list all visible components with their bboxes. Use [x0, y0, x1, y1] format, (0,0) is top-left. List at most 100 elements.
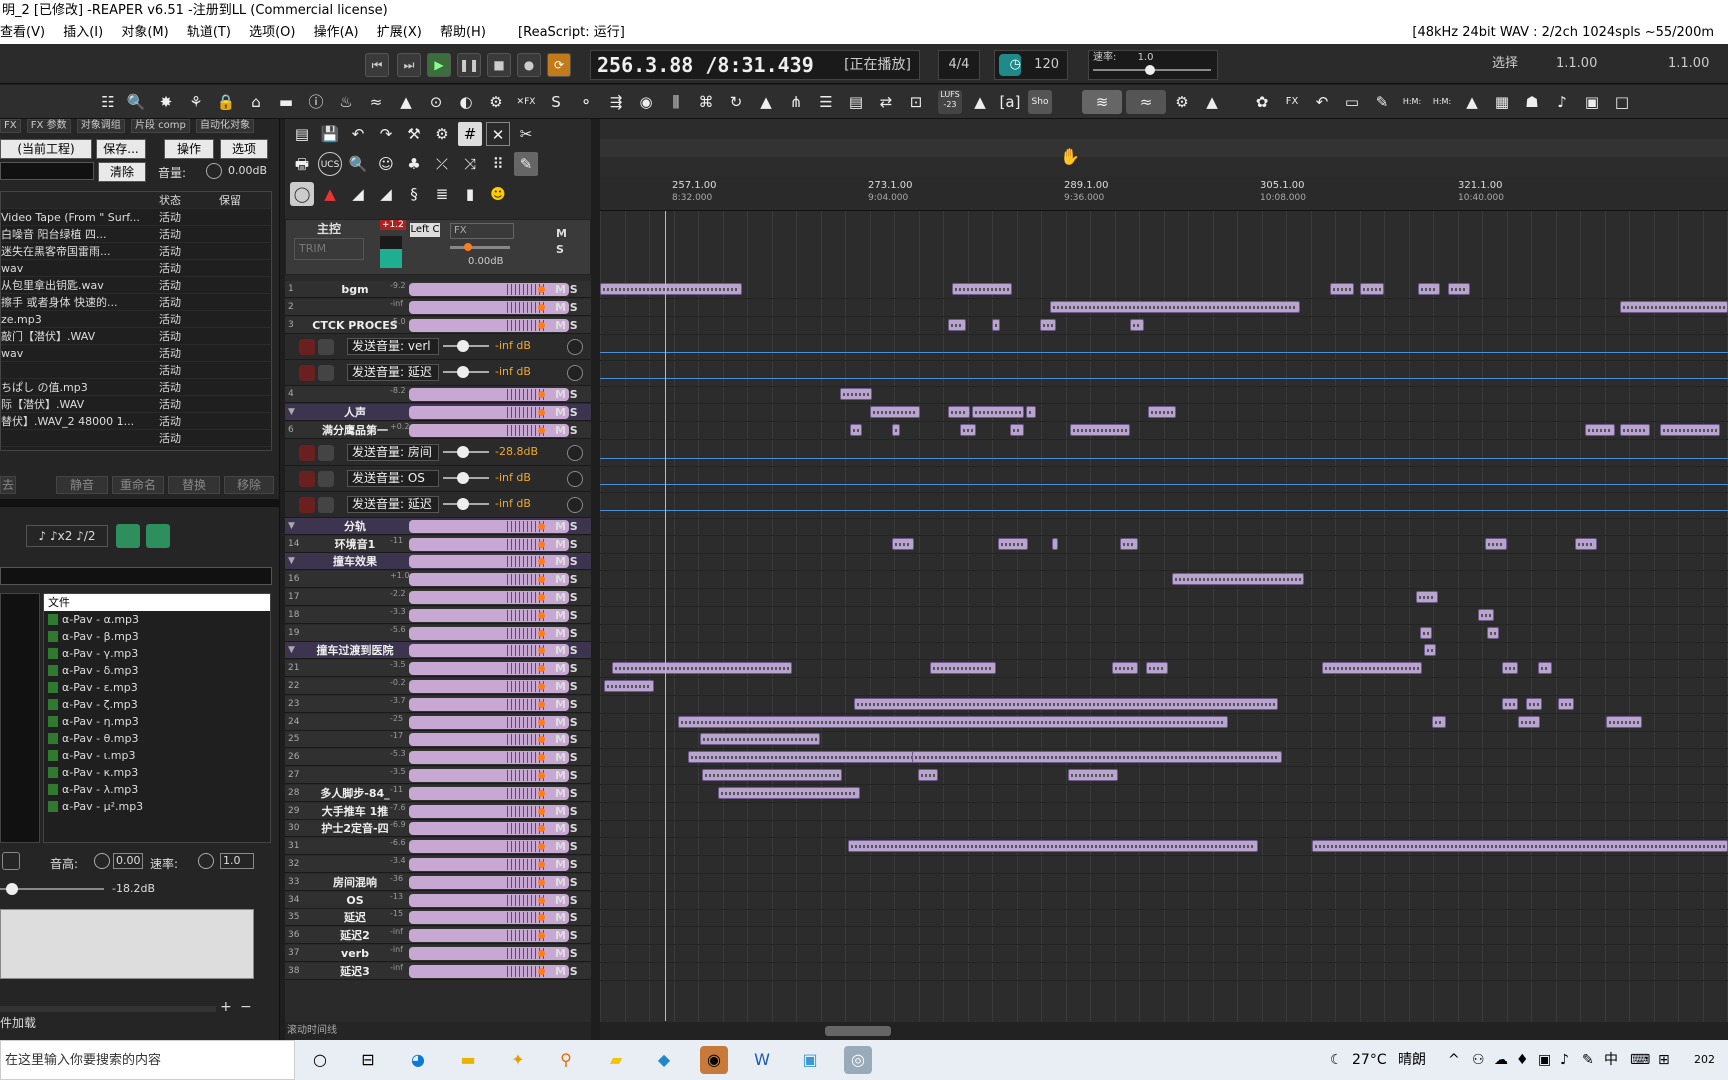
media-item[interactable] — [1606, 715, 1642, 728]
mic-tray-icon[interactable]: ♦ — [1516, 1040, 1529, 1080]
menu-view[interactable]: 查看(V) — [0, 25, 45, 40]
mute-solo-buttons[interactable]: M S — [555, 874, 578, 891]
mute-solo-buttons[interactable]: M S — [555, 571, 578, 588]
send-label[interactable]: 发送音量: verl — [347, 338, 439, 356]
media-item[interactable] — [1502, 662, 1518, 675]
mute-solo-buttons[interactable]: M S — [555, 767, 578, 784]
media-item[interactable] — [604, 680, 654, 692]
gear-icon[interactable]: ⚙ — [430, 122, 454, 146]
lock-icon[interactable]: 🔒 — [214, 90, 238, 114]
track-name[interactable]: 人声 — [307, 404, 403, 421]
file-item[interactable]: α-Pav - β.mp3 — [44, 628, 270, 645]
fx-display-icon[interactable]: FX — [1280, 90, 1304, 114]
track-row[interactable]: 34 OS -13 M S — [285, 891, 591, 909]
send-mute-icon[interactable] — [299, 444, 315, 461]
track-volume-fader[interactable] — [409, 715, 569, 729]
explode-icon[interactable]: ✸ — [154, 90, 178, 114]
power-icon[interactable] — [567, 339, 583, 356]
mute-solo-buttons[interactable]: M S — [555, 714, 578, 731]
media-item[interactable] — [1485, 537, 1507, 550]
list-icon[interactable]: ☰ — [814, 90, 838, 114]
media-item[interactable] — [1052, 537, 1058, 550]
envelope-icon[interactable]: ⋔ — [784, 90, 808, 114]
send-envelope[interactable] — [600, 378, 1728, 380]
track-row[interactable]: 38 延迟3 -inf M S — [285, 962, 591, 980]
track-name[interactable]: 护士2定音-四 — [307, 820, 403, 837]
mute-solo-buttons[interactable]: M S — [555, 660, 578, 677]
track-volume-fader[interactable] — [409, 644, 569, 658]
media-item[interactable] — [1420, 626, 1432, 639]
track-name[interactable]: 大手推车 1推 — [307, 803, 403, 820]
fade-icon[interactable]: ⤨ — [458, 152, 482, 176]
media-item[interactable] — [1620, 300, 1728, 313]
media-item[interactable] — [960, 424, 976, 436]
master-fx-button[interactable]: FX — [450, 223, 514, 239]
track-volume-fader[interactable] — [409, 608, 569, 622]
playrate-slider[interactable] — [1093, 65, 1211, 75]
power-icon[interactable] — [567, 470, 583, 487]
track-name[interactable]: 延迟2 — [307, 927, 403, 944]
pencil-icon[interactable]: ✎ — [514, 152, 538, 176]
printer-tray-icon[interactable]: ▣ — [1538, 1040, 1551, 1080]
search-app-icon[interactable]: ⚲ — [552, 1046, 580, 1074]
track-volume-fader[interactable] — [409, 680, 569, 693]
ramp-icon[interactable]: ◢ — [346, 182, 370, 206]
film-icon[interactable]: ▣ — [1580, 90, 1604, 114]
mute-solo-buttons[interactable]: M S — [555, 281, 578, 298]
track-volume-fader[interactable] — [409, 591, 569, 604]
tempo-display[interactable]: ◷ 120 — [994, 50, 1068, 80]
mute-solo-buttons[interactable]: M S — [555, 317, 578, 334]
power-icon[interactable] — [567, 496, 583, 513]
grid-tray-icon[interactable]: ⊞ — [1658, 1040, 1670, 1080]
media-item[interactable] — [1360, 283, 1384, 295]
master-vol-slider[interactable] — [450, 243, 510, 251]
fx-mute-icon[interactable]: ✕FX — [514, 90, 538, 114]
media-item[interactable] — [912, 751, 1282, 764]
wave-icon[interactable]: ≈ — [364, 90, 388, 114]
col-keep[interactable]: 保留 — [219, 192, 241, 209]
replace-button[interactable]: 替换 — [168, 476, 220, 494]
mute-solo-buttons[interactable]: M S — [555, 386, 578, 403]
media-item[interactable] — [952, 283, 1012, 295]
hm2-icon[interactable]: H:M: — [1430, 90, 1454, 114]
chrome-icon[interactable]: ◎ — [844, 1046, 872, 1074]
add-icon[interactable]: + — [220, 999, 232, 1015]
send-mute-icon[interactable] — [299, 365, 315, 382]
send-settings-icon[interactable] — [318, 444, 334, 461]
send-envelope[interactable] — [600, 457, 1728, 459]
send-row[interactable]: 发送音量: 延迟 -inf dB — [285, 491, 591, 518]
send-row[interactable]: 发送音量: OS -inf dB — [285, 465, 591, 492]
curve-icon[interactable]: ↶ — [1310, 90, 1334, 114]
track-volume-fader[interactable] — [409, 733, 569, 747]
solo-s-icon[interactable]: S — [544, 90, 568, 114]
media-row[interactable]: wav 活动 — [1, 345, 271, 362]
preview-scroll[interactable] — [0, 1006, 216, 1012]
media-item[interactable] — [998, 537, 1028, 550]
media-item[interactable] — [1312, 840, 1728, 853]
tool-icon[interactable]: ⚒ — [402, 122, 426, 146]
media-item[interactable] — [1010, 424, 1024, 436]
media-row[interactable]: 从包里拿出钥匙.wav 活动 — [1, 277, 271, 294]
media-item[interactable] — [700, 733, 820, 746]
track-volume-fader[interactable] — [409, 555, 569, 569]
media-item[interactable] — [678, 715, 1228, 728]
paw-icon[interactable]: ✿ — [1250, 90, 1274, 114]
media-item[interactable] — [600, 283, 742, 295]
track-volume-fader[interactable] — [409, 858, 569, 871]
pitch-value[interactable]: 0.00 — [113, 853, 143, 869]
volume-knob[interactable] — [206, 163, 222, 179]
pause-button[interactable]: ❚❚ — [457, 53, 481, 77]
media-row[interactable]: 白噪音 阳台绿植 四... 活动 — [1, 226, 271, 243]
track-volume-fader[interactable] — [409, 769, 569, 782]
master-track[interactable]: 主控 TRIM +1.2 Left C FX 0.00dB MS — [285, 219, 591, 275]
weather-desc[interactable]: 晴朗 — [1398, 1040, 1426, 1080]
doraemon-icon[interactable]: ☺ — [374, 152, 398, 176]
volume-tray-icon[interactable]: ♪ — [1560, 1040, 1569, 1080]
ruler-marker[interactable]: 257.1.00 8:32.000 — [672, 180, 717, 204]
media-item[interactable] — [1172, 573, 1304, 586]
name-icon[interactable]: ✎ — [1370, 90, 1394, 114]
tray-expand-icon[interactable]: ^ — [1448, 1040, 1460, 1080]
track-volume-fader[interactable] — [409, 318, 569, 332]
track-row[interactable]: 21 -3.5 M S — [285, 660, 591, 678]
media-row[interactable]: wav 活动 — [1, 260, 271, 277]
